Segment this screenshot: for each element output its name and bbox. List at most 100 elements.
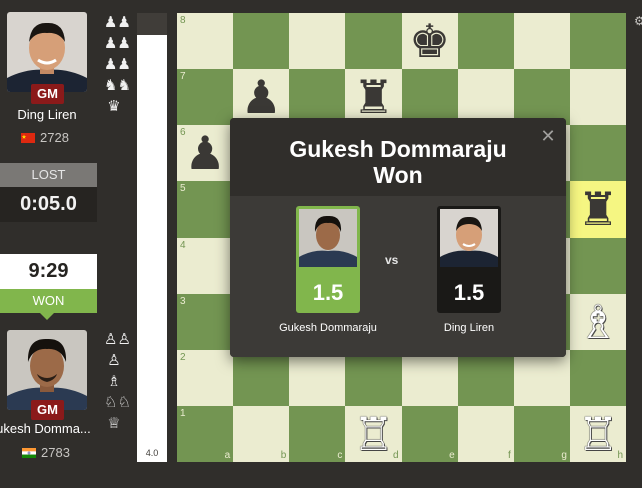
file-label: a [224, 450, 231, 461]
square-g8[interactable] [513, 13, 570, 70]
top-player-avatar[interactable] [7, 12, 87, 92]
black-pawn-icon[interactable]: ♟ [184, 130, 225, 176]
file-label: e [449, 450, 455, 461]
result-headline-status: Won [373, 162, 423, 188]
square-d8[interactable] [345, 13, 402, 70]
white-rook-icon[interactable]: ♖ [577, 411, 618, 457]
square-b7[interactable]: ♟ [233, 69, 290, 126]
result-headline: Gukesh Dommaraju Won [230, 136, 566, 188]
square-g1[interactable]: g [513, 405, 570, 462]
modal-header: Gukesh Dommaraju Won ✕ [230, 118, 566, 196]
square-d2[interactable] [345, 349, 402, 406]
square-a3[interactable]: 3 [177, 293, 234, 350]
pawn-pair-icon: ♙♙ [104, 331, 131, 348]
square-d1[interactable]: d ♖ [345, 405, 402, 462]
top-player-rating: 2728 [40, 130, 69, 145]
square-h5[interactable]: ♜ [569, 181, 626, 238]
black-king-icon[interactable]: ♚ [409, 18, 450, 64]
square-h2[interactable] [569, 349, 626, 406]
winner-avatar [299, 209, 357, 267]
rank-label: 8 [180, 15, 186, 26]
square-f8[interactable] [457, 13, 514, 70]
square-d7[interactable]: ♜ [345, 69, 402, 126]
white-rook-icon[interactable]: ♖ [353, 411, 394, 457]
result-headline-winner: Gukesh Dommaraju [289, 136, 507, 162]
square-a1[interactable]: 1a [177, 405, 234, 462]
square-a8[interactable]: 8 [177, 13, 234, 70]
square-h1[interactable]: h ♖ [569, 405, 626, 462]
file-label: f [507, 450, 511, 461]
black-pawn-icon[interactable]: ♟ [241, 74, 282, 120]
gear-icon[interactable]: ⚙ [634, 14, 642, 28]
rank-label: 6 [180, 127, 186, 139]
file-label: h [617, 450, 623, 461]
bottom-player-avatar[interactable] [7, 330, 87, 410]
square-a5[interactable]: 5 [177, 181, 234, 238]
bottom-player-clock: 9:29 [0, 254, 97, 289]
square-c8[interactable] [289, 13, 346, 70]
black-rook-icon[interactable]: ♜ [353, 74, 394, 120]
square-h3[interactable]: ♗ [569, 293, 626, 350]
square-b8[interactable] [233, 13, 290, 70]
evaluation-score: 4.0 [145, 448, 159, 458]
bottom-captured-pieces: ♙♙ ♙ ♗ ♘♘ ♕ [104, 331, 131, 433]
evaluation-bar-black-portion [137, 13, 167, 35]
modal-body: 1.5 vs 1.5 Gukesh Dommaraju Ding Liren [230, 196, 566, 357]
top-player-name[interactable]: Ding Liren [0, 107, 102, 122]
square-c7[interactable] [289, 69, 346, 126]
bottom-player-status-label: WON [0, 289, 97, 313]
square-a4[interactable]: 4 [177, 237, 234, 294]
pawn-pair-icon: ♟♟ [104, 56, 131, 73]
file-label: d [392, 450, 399, 461]
winner-card[interactable]: 1.5 [296, 206, 360, 313]
queen-icon: ♛ [107, 98, 121, 115]
square-b2[interactable] [233, 349, 290, 406]
square-a2[interactable]: 2 [177, 349, 234, 406]
square-b1[interactable]: b [233, 405, 290, 462]
square-e2[interactable] [401, 349, 458, 406]
square-h6[interactable] [569, 125, 626, 182]
square-f2[interactable] [457, 349, 514, 406]
square-g7[interactable] [513, 69, 570, 126]
file-label: g [561, 450, 567, 461]
rank-label: 4 [180, 239, 186, 251]
pawn-pair-icon: ♟♟ [104, 35, 131, 52]
square-a6[interactable]: 6 ♟ [177, 125, 234, 182]
knight-pair-icon: ♘♘ [104, 394, 131, 411]
loser-card[interactable]: 1.5 [437, 206, 501, 313]
top-captured-pieces: ♟♟ ♟♟ ♟♟ ♞♞ ♛ [104, 14, 131, 116]
square-e8[interactable]: ♚ [401, 13, 458, 70]
square-e7[interactable] [401, 69, 458, 126]
square-f1[interactable]: f [457, 405, 514, 462]
square-c1[interactable]: c [289, 405, 346, 462]
rank-label: 2 [180, 351, 186, 363]
top-player-rating-row: 2728 [21, 130, 69, 145]
loser-score: 1.5 [453, 280, 485, 305]
queen-icon: ♕ [107, 415, 121, 432]
square-h7[interactable] [569, 69, 626, 126]
square-h8[interactable] [569, 13, 626, 70]
china-flag-icon [21, 132, 35, 143]
rank-label: 1 [180, 407, 186, 419]
bottom-player-name[interactable]: Gukesh Domma... [0, 421, 106, 436]
square-c2[interactable] [289, 349, 346, 406]
bottom-player-rating: 2783 [41, 445, 70, 460]
square-f7[interactable] [457, 69, 514, 126]
evaluation-bar: 4.0 [137, 13, 167, 462]
won-label-pointer [40, 313, 54, 320]
rank-label: 5 [180, 183, 186, 195]
black-rook-icon[interactable]: ♜ [577, 186, 618, 232]
file-label: b [280, 450, 287, 461]
top-player-status-label: LOST [0, 163, 97, 187]
white-bishop-icon[interactable]: ♗ [577, 299, 618, 345]
loser-avatar [440, 209, 498, 267]
close-icon[interactable]: ✕ [538, 126, 558, 146]
winner-name: Gukesh Dommaraju [279, 322, 377, 334]
square-e1[interactable]: e [401, 405, 458, 462]
rank-label: 7 [180, 71, 186, 83]
square-a7[interactable]: 7 [177, 69, 234, 126]
square-h4[interactable] [569, 237, 626, 294]
square-g2[interactable] [513, 349, 570, 406]
top-player-clock: 0:05.0 [0, 187, 97, 222]
bottom-player-rating-row: 2783 [22, 445, 70, 460]
